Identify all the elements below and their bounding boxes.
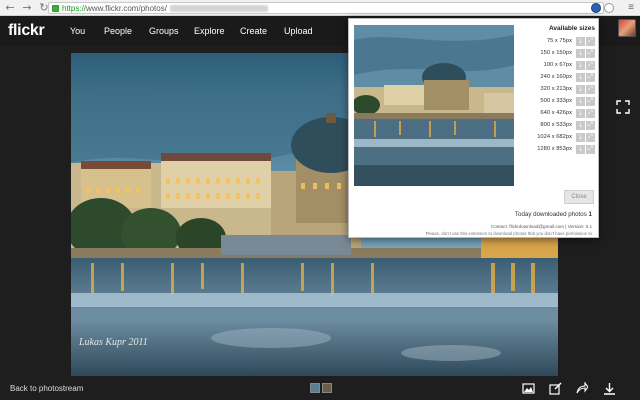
- browser-toolbar: ← → ↻ https:// www.flickr.com/photos/ ≡: [0, 0, 640, 16]
- size-label: 500 x 333px: [540, 98, 572, 104]
- open-size-button[interactable]: ⤢: [586, 60, 595, 70]
- size-row: 320 x 213px ↓ ⤢: [519, 84, 595, 94]
- url-scheme: https://: [62, 3, 87, 13]
- download-size-button[interactable]: ↓: [576, 120, 585, 130]
- flickr-logo[interactable]: flickr: [8, 22, 45, 40]
- download-size-button[interactable]: ↓: [576, 96, 585, 106]
- url-blurred-segment: [169, 4, 268, 12]
- nav-explore[interactable]: Explore: [194, 26, 225, 36]
- download-size-button[interactable]: ↓: [576, 48, 585, 58]
- download-size-button[interactable]: ↓: [576, 36, 585, 46]
- open-size-button[interactable]: ⤢: [586, 84, 595, 94]
- download-size-button[interactable]: ↓: [576, 132, 585, 142]
- filmstrip: [310, 383, 332, 393]
- download-size-button[interactable]: ↓: [576, 84, 585, 94]
- filmstrip-thumb[interactable]: [322, 383, 332, 393]
- open-size-button[interactable]: ⤢: [586, 132, 595, 142]
- back-to-photostream-link[interactable]: Back to photostream: [10, 384, 83, 393]
- nav-create[interactable]: Create: [240, 26, 267, 36]
- size-row: 240 x 160px ↓ ⤢: [519, 72, 595, 82]
- open-size-button[interactable]: ⤢: [586, 108, 595, 118]
- open-size-button[interactable]: ⤢: [586, 72, 595, 82]
- size-label: 800 x 533px: [540, 122, 572, 128]
- today-label: Today downloaded photos: [514, 211, 587, 218]
- fullscreen-expand-icon[interactable]: [616, 100, 630, 114]
- close-button[interactable]: Close: [564, 190, 594, 204]
- size-label: 75 x 75px: [546, 38, 572, 44]
- download-size-button[interactable]: ↓: [576, 144, 585, 154]
- image-icon[interactable]: [522, 382, 535, 395]
- back-arrow-icon[interactable]: ←: [3, 1, 17, 15]
- open-size-button[interactable]: ⤢: [586, 36, 595, 46]
- nav-groups[interactable]: Groups: [149, 26, 179, 36]
- size-label: 240 x 160px: [540, 74, 572, 80]
- size-label: 150 x 150px: [540, 50, 572, 56]
- avatar[interactable]: [618, 19, 636, 37]
- open-size-button[interactable]: ⤢: [586, 120, 595, 130]
- size-label: 100 x 67px: [543, 62, 572, 68]
- lock-icon: [52, 4, 59, 12]
- download-icon[interactable]: [603, 382, 616, 395]
- size-row: 800 x 533px ↓ ⤢: [519, 120, 595, 130]
- download-size-button[interactable]: ↓: [576, 72, 585, 82]
- photo-bottom-bar: Back to photostream: [0, 376, 640, 400]
- open-size-button[interactable]: ⤢: [586, 144, 595, 154]
- open-size-button[interactable]: ⤢: [586, 48, 595, 58]
- size-row: 1024 x 682px ↓ ⤢: [519, 132, 595, 142]
- size-row: 150 x 150px ↓ ⤢: [519, 48, 595, 58]
- open-size-button[interactable]: ⤢: [586, 96, 595, 106]
- size-label: 640 x 426px: [540, 110, 572, 116]
- popup-photo-preview: [354, 25, 514, 186]
- size-row: 640 x 426px ↓ ⤢: [519, 108, 595, 118]
- forward-arrow-icon[interactable]: →: [20, 1, 34, 15]
- today-downloaded-count: Today downloaded photos 1: [515, 211, 592, 218]
- size-label: 1024 x 682px: [537, 134, 572, 140]
- size-row: 100 x 67px ↓ ⤢: [519, 60, 595, 70]
- edit-icon[interactable]: [549, 382, 562, 395]
- nav-you[interactable]: You: [70, 26, 85, 36]
- hamburger-menu-icon[interactable]: ≡: [626, 2, 636, 14]
- flickr-download-popup: Available sizes 75 x 75px ↓ ⤢ 150 x 150p…: [348, 18, 599, 238]
- today-count: 1: [588, 211, 592, 218]
- star-bookmark-icon[interactable]: [604, 3, 614, 13]
- size-row: 75 x 75px ↓ ⤢: [519, 36, 595, 46]
- nav-upload[interactable]: Upload: [284, 26, 313, 36]
- flickr-download-extension-icon[interactable]: [591, 3, 601, 13]
- available-sizes-title: Available sizes: [548, 25, 595, 32]
- address-bar[interactable]: https:// www.flickr.com/photos/: [48, 2, 604, 14]
- photo-watermark: Lukas Kupr 2011: [78, 337, 148, 348]
- size-label: 1280 x 853px: [537, 146, 572, 152]
- size-row: 500 x 333px ↓ ⤢: [519, 96, 595, 106]
- url-path: www.flickr.com/photos/: [86, 3, 167, 13]
- size-row: 1280 x 853px ↓ ⤢: [519, 144, 595, 154]
- nav-people[interactable]: People: [104, 26, 132, 36]
- download-size-button[interactable]: ↓: [576, 108, 585, 118]
- disclaimer-text: Please, don't use this extension to down…: [425, 231, 592, 236]
- size-label: 320 x 213px: [540, 86, 572, 92]
- contact-info: Contact: flickrdownload@gmail.com | Vers…: [490, 224, 592, 229]
- download-size-button[interactable]: ↓: [576, 60, 585, 70]
- share-icon[interactable]: [575, 382, 588, 395]
- filmstrip-thumb[interactable]: [310, 383, 320, 393]
